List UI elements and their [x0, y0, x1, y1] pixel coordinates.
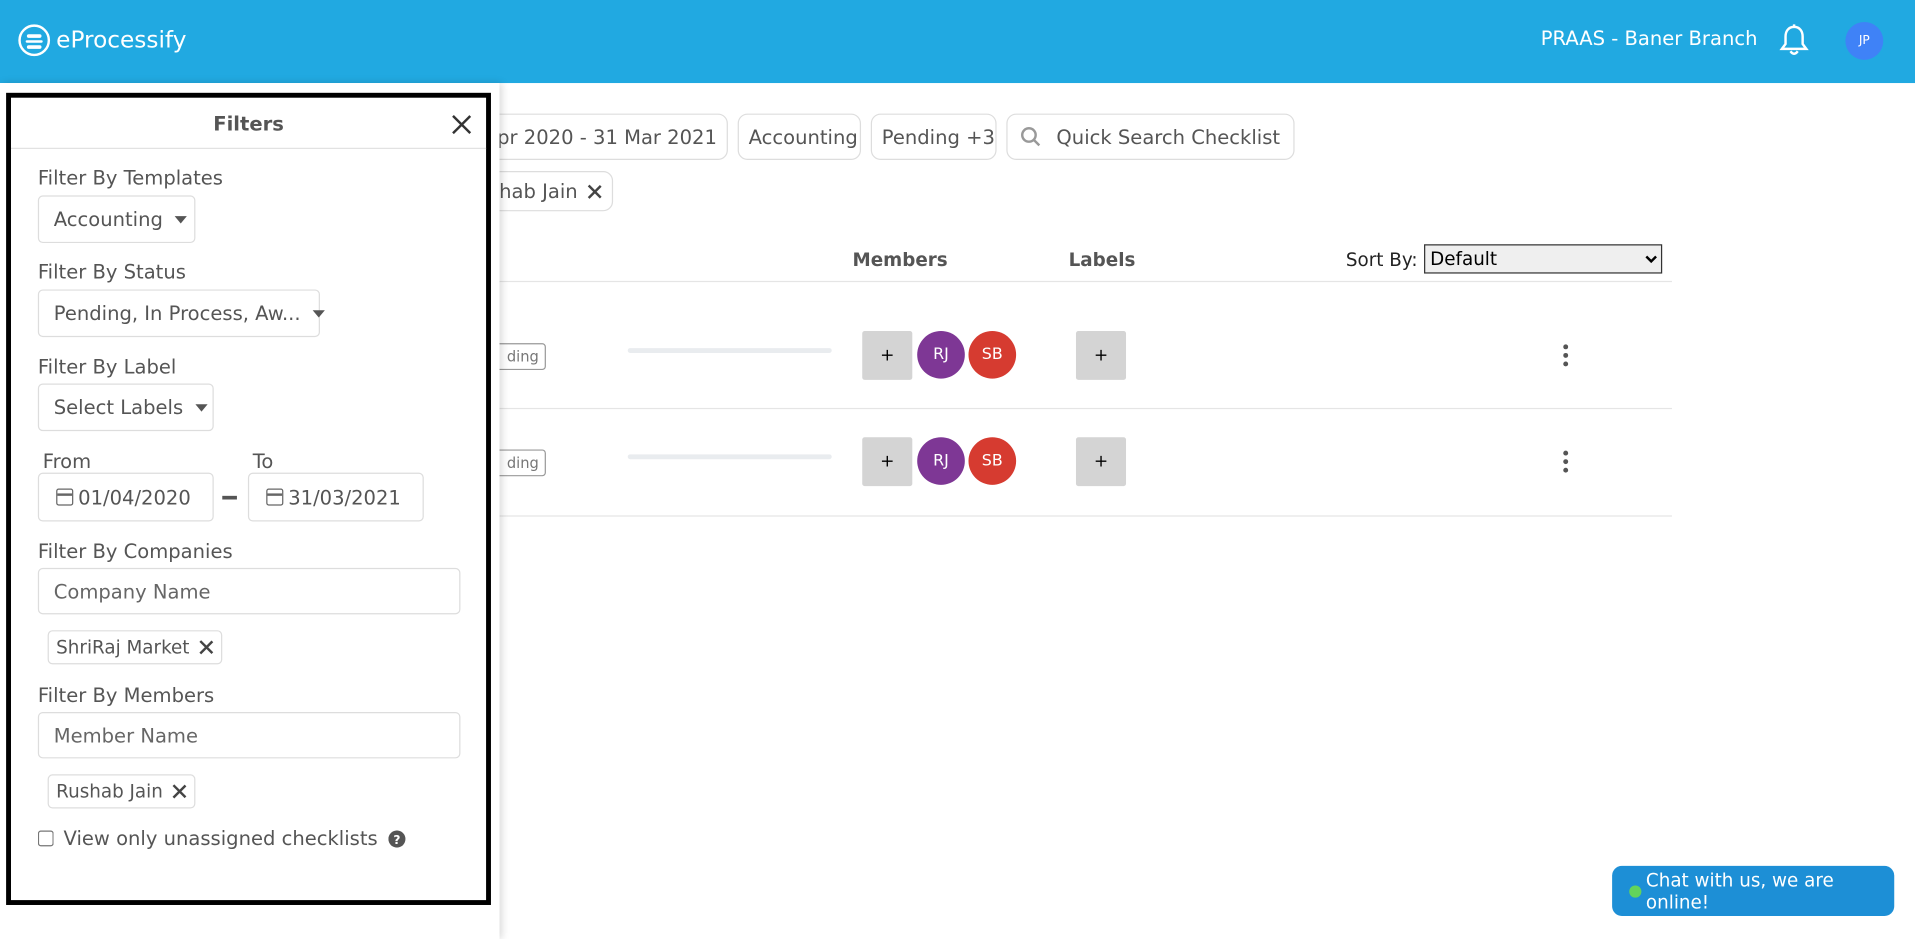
calendar-icon: [266, 488, 284, 506]
company-name-input[interactable]: [37, 567, 461, 615]
labels-dropdown[interactable]: Select Labels: [37, 383, 214, 432]
status-chip-text: Pending +3: [881, 125, 995, 149]
templates-dropdown[interactable]: Accounting: [37, 195, 196, 244]
member-tag: Rushab Jain: [47, 774, 196, 809]
status-dropdown-value: Pending, In Process, Aw...: [53, 301, 301, 325]
member-avatar[interactable]: SB: [968, 437, 1017, 485]
label-filter-label: Filter By Label: [37, 355, 177, 379]
unassigned-checkbox[interactable]: [37, 830, 54, 847]
from-label: From: [42, 449, 92, 473]
header-divider: [499, 280, 1672, 283]
logo-icon: [18, 24, 51, 57]
templates-filter-label: Filter By Templates: [37, 166, 224, 190]
chat-text: Chat with us, we are online!: [1645, 868, 1834, 913]
member-avatar[interactable]: RJ: [917, 437, 965, 485]
member-chip-text: hab Jain: [499, 179, 578, 203]
remove-member-icon[interactable]: [173, 784, 188, 799]
progress-bar: [627, 348, 832, 353]
quick-search-box[interactable]: Quick Search Checklist: [1006, 113, 1295, 160]
add-member-button[interactable]: +: [862, 330, 913, 380]
more-options-icon[interactable]: [1562, 344, 1569, 367]
help-icon[interactable]: ?: [388, 829, 406, 847]
row-divider: [499, 407, 1672, 410]
unassigned-option: View only unassigned checklists ?: [37, 826, 406, 851]
remove-member-chip-icon[interactable]: [587, 184, 602, 199]
add-label-button[interactable]: +: [1075, 330, 1127, 380]
labels-dropdown-value: Select Labels: [53, 395, 184, 419]
unassigned-label: View only unassigned checklists: [63, 826, 378, 851]
member-avatar[interactable]: SB: [968, 330, 1017, 379]
status-chip[interactable]: Pending +3: [870, 113, 997, 160]
labels-column-header: Labels: [1068, 249, 1136, 272]
member-tag-text: Rushab Jain: [56, 780, 163, 803]
top-bar: eProcessify PRAAS - Baner Branch JP: [0, 0, 1915, 84]
companies-filter-label: Filter By Companies: [37, 539, 233, 564]
filters-title: Filters: [213, 112, 284, 136]
search-icon: [1021, 127, 1041, 147]
row-divider: [499, 515, 1672, 517]
app-name: eProcessify: [56, 26, 187, 54]
calendar-icon: [56, 488, 74, 506]
to-date-input[interactable]: 31/03/2021: [247, 472, 424, 522]
filters-panel: Filters Filter By Templates Accounting F…: [6, 92, 491, 905]
close-icon[interactable]: [452, 115, 472, 135]
members-filter-label: Filter By Members: [37, 683, 215, 708]
members-column-header: Members: [852, 249, 948, 272]
company-tag-text: ShriRaj Market: [56, 636, 190, 659]
sort-by-label: Sort By:: [1345, 249, 1418, 272]
templates-dropdown-value: Accounting: [53, 207, 163, 231]
member-avatar[interactable]: RJ: [917, 330, 965, 379]
svg-text:?: ?: [394, 832, 401, 846]
user-avatar[interactable]: JP: [1845, 21, 1884, 60]
date-range-dash: [222, 495, 237, 500]
caret-down-icon: [175, 215, 188, 223]
more-options-icon[interactable]: [1562, 450, 1569, 473]
template-chip-text: Accounting: [748, 125, 858, 149]
status-filter-label: Filter By Status: [37, 260, 186, 284]
to-date-value: 31/03/2021: [288, 485, 401, 509]
from-date-value: 01/04/2020: [78, 485, 191, 509]
chat-widget-button[interactable]: Chat with us, we are online!: [1612, 865, 1895, 916]
app-logo[interactable]: eProcessify: [18, 24, 187, 57]
to-label: To: [252, 449, 274, 473]
remove-company-icon[interactable]: [199, 640, 214, 655]
date-range-chip[interactable]: Apr 2020 - 31 Mar 2021: [476, 113, 728, 160]
sort-by-select[interactable]: Default: [1424, 244, 1663, 274]
company-tag: ShriRaj Market: [47, 630, 223, 665]
add-label-button[interactable]: +: [1075, 437, 1127, 487]
bell-icon[interactable]: [1778, 23, 1810, 57]
branch-name[interactable]: PRAAS - Baner Branch: [1541, 27, 1758, 50]
template-chip[interactable]: Accounting: [737, 113, 862, 160]
online-status-icon: [1629, 884, 1642, 898]
add-member-button[interactable]: +: [862, 437, 913, 487]
member-name-input[interactable]: [37, 712, 461, 759]
caret-down-icon: [312, 309, 326, 317]
date-range-text: Apr 2020 - 31 Mar 2021: [483, 125, 717, 149]
caret-down-icon: [195, 403, 208, 411]
filters-divider: [10, 147, 487, 149]
progress-bar: [627, 454, 832, 460]
status-dropdown[interactable]: Pending, In Process, Aw...: [37, 289, 326, 338]
from-date-input[interactable]: 01/04/2020: [37, 472, 214, 522]
quick-search-placeholder: Quick Search Checklist: [1056, 125, 1281, 149]
